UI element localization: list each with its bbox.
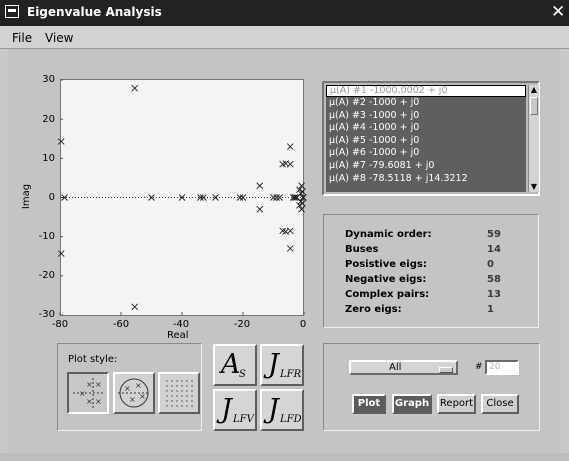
x-tick-label: 0 <box>299 319 307 330</box>
matrix-jlfr-main: J <box>268 349 279 380</box>
window-menu-icon[interactable] <box>5 5 19 18</box>
report-button[interactable]: Report <box>437 394 476 414</box>
matrix-jlfv-sub: LFV <box>233 414 254 425</box>
stat-label: Complex pairs: <box>345 289 430 300</box>
plot-button[interactable]: Plot <box>352 394 386 414</box>
matrix-as-sub: S <box>239 369 246 380</box>
menu-bar: File View <box>0 26 569 49</box>
stat-value: 59 <box>487 229 501 240</box>
eigenvalue-list-item[interactable]: μ(A) #6 -1000 + j0 <box>326 147 526 160</box>
x-tick-label: -80 <box>51 319 69 330</box>
list-scrollbar[interactable]: ▲ ▼ <box>528 85 539 192</box>
plot-style-axes-button[interactable]: × × × × × <box>67 372 109 414</box>
eigenvalue-list-item[interactable]: μ(A) #3 -1000 + j0 <box>326 110 526 123</box>
matrix-as-main: A <box>221 349 241 380</box>
title-bar: Eigenvalue Analysis ✕ <box>0 0 569 26</box>
eigenvalue-list-item[interactable]: μ(A) #4 -1000 + j0 <box>326 122 526 135</box>
y-tick-label: 30 <box>42 74 55 85</box>
x-tick-label: -40 <box>172 319 190 330</box>
menu-file[interactable]: File <box>12 31 32 45</box>
matrix-jlfv-button[interactable]: J LFV <box>213 389 257 431</box>
menu-view[interactable]: View <box>45 31 73 45</box>
dropdown-indicator-icon <box>439 367 453 373</box>
stat-value: 14 <box>487 244 501 255</box>
stat-label: Dynamic order: <box>345 229 432 240</box>
scroll-down-icon[interactable]: ▼ <box>529 182 539 192</box>
stat-value: 0 <box>487 259 494 270</box>
matrix-jlfd-sub: LFD <box>280 414 302 425</box>
stat-label: Zero eigs: <box>345 304 402 315</box>
plot-style-grid-button[interactable] <box>158 372 200 414</box>
close-button[interactable]: Close <box>481 394 519 414</box>
bottom-strip <box>0 453 569 461</box>
matrix-as-button[interactable]: A S <box>213 344 257 386</box>
stat-label: Negative eigs: <box>345 274 427 285</box>
y-tick-label: 0 <box>48 192 55 203</box>
svg-text:×: × <box>79 389 86 398</box>
graph-button[interactable]: Graph <box>392 394 432 414</box>
plot-style-circle-button[interactable]: × × × × <box>113 372 155 414</box>
y-axis-label: Imag <box>21 183 33 210</box>
x-tick-label: -20 <box>233 319 251 330</box>
matrix-jlfr-sub: LFR <box>280 369 302 380</box>
svg-text:×: × <box>86 397 93 406</box>
eigenvalue-list-item[interactable]: μ(A) #1 -1000.0002 + j0 <box>326 85 526 97</box>
axes-style-icon: × × × × × <box>73 378 103 408</box>
eigenvalue-list-item[interactable]: μ(A) #8 -78.5118 + j14.3212 <box>326 173 526 186</box>
stat-label: Posistive eigs: <box>345 259 427 270</box>
controls-panel <box>323 343 540 431</box>
window-title: Eigenvalue Analysis <box>27 5 162 19</box>
stat-value: 58 <box>487 274 501 285</box>
stat-value: 1 <box>487 304 494 315</box>
svg-text:×: × <box>86 380 93 389</box>
svg-text:×: × <box>95 397 102 406</box>
grid-style-icon <box>166 380 193 407</box>
y-tick-label: 10 <box>42 153 55 164</box>
close-window-icon[interactable]: ✕ <box>551 2 565 22</box>
scroll-up-icon[interactable]: ▲ <box>529 85 539 95</box>
unit-circle-style-icon: × × × × <box>118 378 150 408</box>
count-label: # <box>475 362 483 372</box>
eigenvalue-plot-area[interactable] <box>60 79 304 316</box>
plot-style-label: Plot style: <box>68 354 118 365</box>
y-tick-label: 20 <box>42 114 55 125</box>
eigenvalue-list-item[interactable]: μ(A) #5 -1000 + j0 <box>326 135 526 148</box>
eigenvalue-list-item[interactable]: μ(A) #7 -79.6081 + j0 <box>326 160 526 173</box>
stat-label: Buses <box>345 244 379 255</box>
svg-text:×: × <box>124 384 131 393</box>
matrix-jlfv-main: J <box>221 394 232 425</box>
matrix-jlfd-button[interactable]: J LFD <box>260 389 304 431</box>
x-axis-label: Real <box>167 330 189 341</box>
matrix-jlfd-main: J <box>268 394 279 425</box>
count-input[interactable]: 20 <box>485 360 519 375</box>
scroll-thumb[interactable] <box>530 97 538 115</box>
svg-text:×: × <box>129 395 136 404</box>
eigenvalue-list: μ(A) #1 -1000.0002 + j0 μ(A) #2 -1000 + j… <box>326 85 526 192</box>
eigenvalue-list-item[interactable]: μ(A) #2 -1000 + j0 <box>326 97 526 110</box>
svg-text:×: × <box>135 381 142 390</box>
matrix-jlfr-button[interactable]: J LFR <box>260 344 304 386</box>
y-tick-label: -20 <box>38 270 55 281</box>
svg-text:×: × <box>95 380 102 389</box>
stat-value: 13 <box>487 289 501 300</box>
svg-text:×: × <box>139 392 146 401</box>
x-tick-label: -60 <box>112 319 130 330</box>
dropdown-value: All <box>389 362 402 373</box>
eigenvalue-listbox[interactable]: μ(A) #1 -1000.0002 + j0 μ(A) #2 -1000 + j… <box>322 81 540 196</box>
eigenvalue-filter-dropdown[interactable]: All <box>349 360 458 375</box>
y-tick-label: -10 <box>38 231 55 242</box>
